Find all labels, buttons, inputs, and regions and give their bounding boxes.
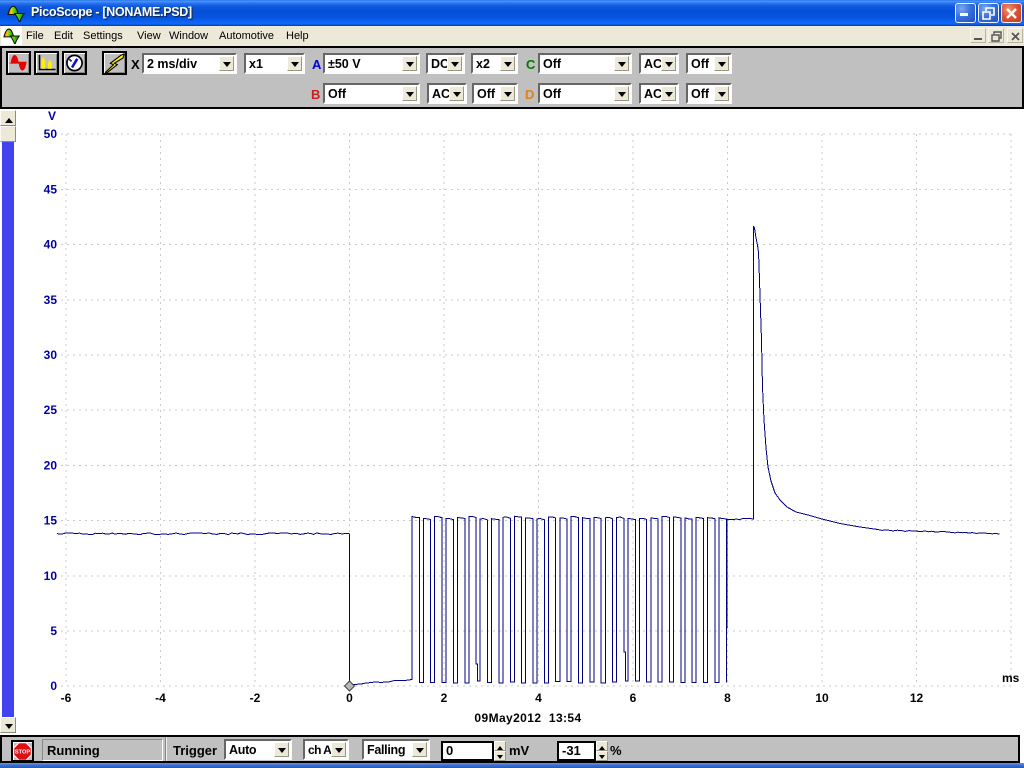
svg-text:10: 10 — [815, 691, 829, 705]
svg-text:30: 30 — [44, 348, 58, 362]
svg-text:4: 4 — [535, 691, 542, 705]
svg-text:35: 35 — [44, 293, 58, 307]
svg-text:5: 5 — [50, 624, 57, 638]
svg-text:0: 0 — [50, 679, 57, 693]
svg-text:ms: ms — [1002, 671, 1020, 685]
svg-text:25: 25 — [44, 403, 58, 417]
svg-text:-2: -2 — [250, 691, 261, 705]
svg-text:0: 0 — [346, 691, 353, 705]
svg-text:20: 20 — [44, 458, 58, 472]
svg-text:2: 2 — [441, 691, 448, 705]
svg-text:6: 6 — [630, 691, 637, 705]
svg-text:10: 10 — [44, 569, 58, 583]
svg-text:STOP: STOP — [15, 750, 30, 756]
svg-text:50: 50 — [44, 127, 58, 141]
svg-text:40: 40 — [44, 238, 58, 252]
svg-text:15: 15 — [44, 514, 58, 528]
svg-text:09May2012 13:54: 09May2012 13:54 — [474, 711, 581, 725]
svg-text:12: 12 — [910, 691, 924, 705]
svg-text:V: V — [48, 109, 56, 123]
svg-text:-4: -4 — [155, 691, 166, 705]
svg-text:45: 45 — [44, 182, 58, 196]
svg-text:8: 8 — [724, 691, 731, 705]
svg-text:-6: -6 — [61, 691, 72, 705]
